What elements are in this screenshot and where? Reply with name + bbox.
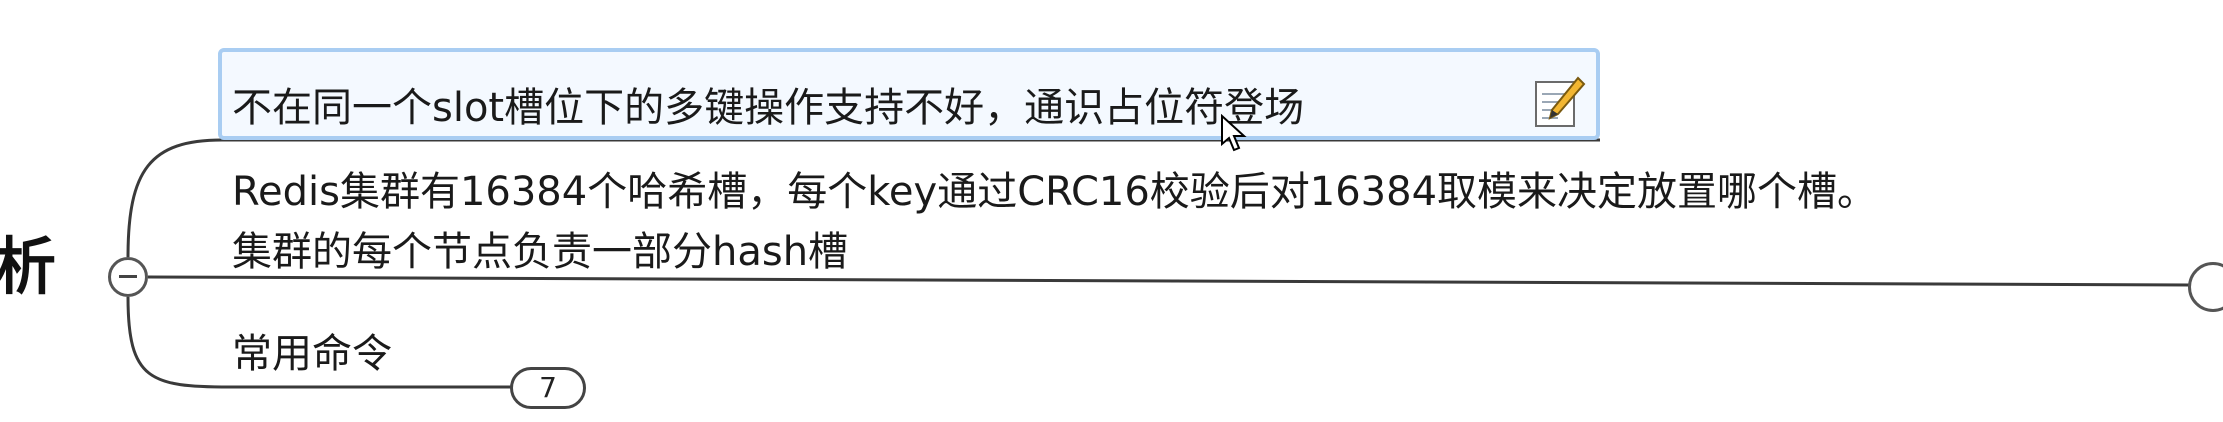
subtopic-slot-multikey[interactable]: 不在同一个slot槽位下的多键操作支持不好，通识占位符登场 (232, 84, 1304, 132)
subtopic-common-commands[interactable]: 常用命令 (232, 330, 392, 378)
collapsed-count-badge[interactable]: 7 (510, 367, 586, 409)
collapse-minus-icon[interactable] (108, 257, 148, 297)
subtopic-redis-hash-slots-line2[interactable]: 集群的每个节点负责一部分hash槽 (232, 228, 848, 276)
subtopic-redis-hash-slots-line1[interactable]: Redis集群有16384个哈希槽，每个key通过CRC16校验后对16384取… (232, 168, 1877, 216)
parent-topic-label[interactable]: 析 (0, 232, 56, 302)
note-pencil-icon[interactable] (1532, 74, 1586, 130)
mindmap-canvas[interactable]: 析 不在同一个slot槽位下的多键操作支持不好，通识占位符登场 Redis集群有… (0, 0, 2223, 422)
mouse-cursor-icon (1221, 114, 1247, 152)
